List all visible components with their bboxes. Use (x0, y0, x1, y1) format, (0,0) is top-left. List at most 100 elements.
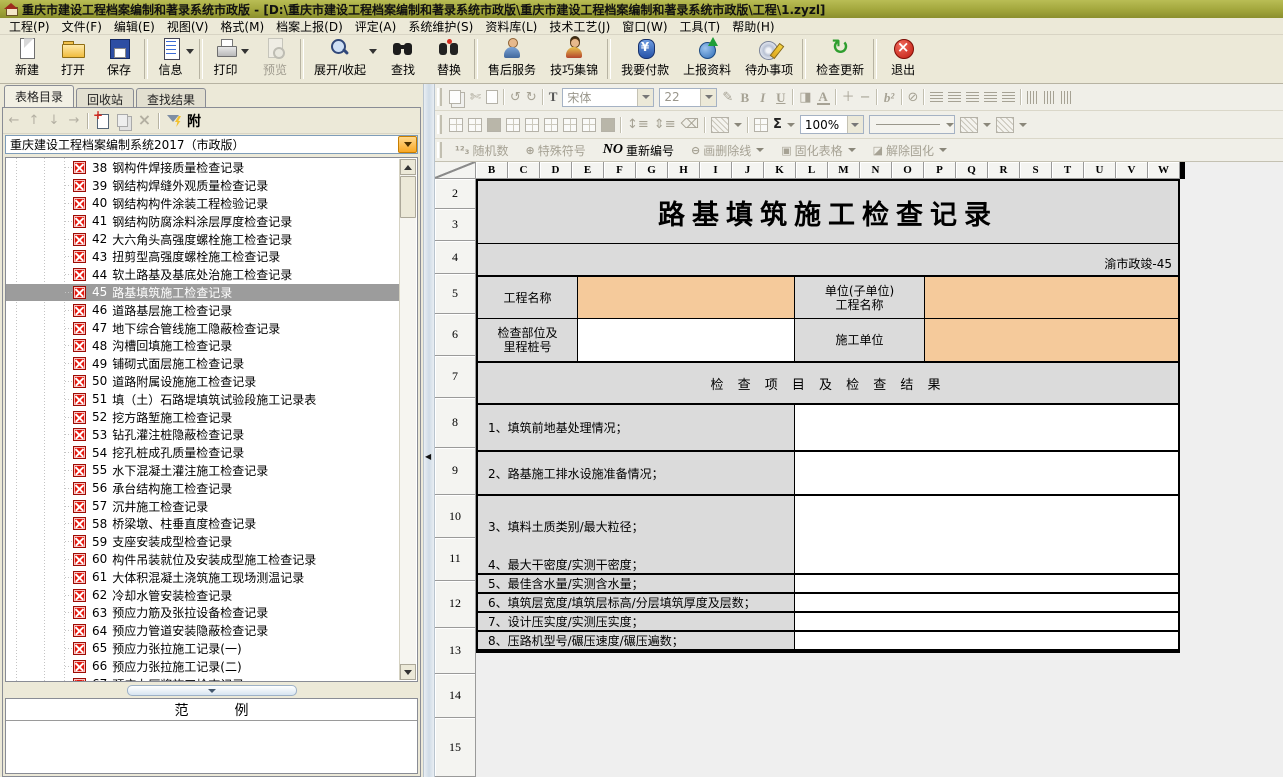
tree-item[interactable]: 57 沉井施工检查记录 (6, 497, 399, 515)
align-distribute-icon[interactable] (1002, 92, 1015, 103)
vertical-text-center-icon[interactable] (1044, 91, 1056, 104)
row-header[interactable]: 9 (435, 448, 476, 496)
column-header[interactable]: Q (956, 162, 988, 179)
column-header[interactable]: F (604, 162, 636, 179)
tree-item[interactable]: 41 钢结构防腐涂料涂层厚度检查记录 (6, 212, 399, 230)
menu-item[interactable]: 技术工艺(J) (543, 17, 616, 36)
chevron-down-icon[interactable] (1019, 123, 1027, 127)
move-left-icon[interactable]: ← (7, 113, 21, 128)
redo-icon[interactable]: ↻ (526, 91, 537, 104)
unit-project-input[interactable] (925, 277, 1178, 318)
toolbar-grip[interactable] (437, 115, 442, 134)
column-header[interactable]: H (668, 162, 700, 179)
panel-splitter[interactable]: ◀ (423, 84, 435, 777)
check-item-input[interactable] (795, 632, 1178, 649)
paragraph-spacing-icon[interactable]: ⇕≡ (654, 118, 676, 131)
tree-item[interactable]: 43 扭剪型高强度螺栓施工检查记录 (6, 248, 399, 266)
toolbar-grip[interactable] (437, 88, 442, 106)
tree-item[interactable]: 50 道路附属设施施工检查记录 (6, 373, 399, 391)
tree-item[interactable]: 48 沟槽回填施工检查记录 (6, 337, 399, 355)
lock-cell-icon[interactable] (601, 118, 615, 132)
format-command-button[interactable]: ¹²₃ 随机数 (449, 142, 514, 159)
attach-button[interactable]: 附 (187, 111, 201, 131)
menu-item[interactable]: 帮助(H) (726, 17, 780, 36)
justify-icon[interactable] (930, 92, 943, 103)
check-item-input[interactable] (795, 575, 1178, 592)
sample-collapse-button[interactable] (127, 685, 297, 696)
chevron-down-icon[interactable] (787, 123, 795, 127)
tree-item[interactable]: 53 钻孔灌注桩隐蔽检查记录 (6, 426, 399, 444)
row-header[interactable]: 7 (435, 356, 476, 398)
tree-item[interactable]: 42 大六角头高强度螺栓施工检查记录 (6, 230, 399, 248)
column-header[interactable]: W (1148, 162, 1180, 179)
toolbar-grip[interactable] (437, 142, 442, 157)
menu-item[interactable]: 窗口(W) (616, 17, 673, 36)
paste-icon[interactable] (486, 90, 498, 104)
tree-item[interactable]: 52 挖方路堑施工检查记录 (6, 408, 399, 426)
tree-item[interactable]: 51 填（土）石路堤填筑试验段施工记录表 (6, 390, 399, 408)
tree-item[interactable]: 47 地下综合管线施工隐蔽检查记录 (6, 319, 399, 337)
tree-scrollbar[interactable] (399, 159, 416, 680)
menu-item[interactable]: 工具(T) (674, 17, 727, 36)
tree-item[interactable]: 54 挖孔桩成孔质量检查记录 (6, 444, 399, 462)
format-command-button[interactable]: ⊖ 画删除线 (685, 142, 770, 159)
fill-pattern-icon[interactable] (582, 118, 596, 132)
column-header[interactable]: S (1020, 162, 1052, 179)
add-sheet-icon[interactable] (95, 113, 110, 128)
cut-icon[interactable]: ✄ (470, 91, 481, 104)
row-header[interactable]: 4 (435, 241, 476, 274)
check-item-input[interactable] (795, 613, 1178, 630)
row-header[interactable]: 6 (435, 314, 476, 356)
row-spacing-icon[interactable]: ↕≡ (627, 118, 649, 131)
row-header[interactable]: 8 (435, 398, 476, 448)
check-location-input[interactable] (578, 319, 795, 361)
tree-item[interactable]: 65 预应力张拉施工记录(一) (6, 640, 399, 658)
tree-item[interactable]: 63 预应力筋及张拉设备检查记录 (6, 604, 399, 622)
scrollbar-thumb[interactable] (400, 176, 416, 218)
font-color-icon[interactable]: A (817, 90, 830, 105)
check-item-input[interactable] (795, 405, 1178, 450)
column-header[interactable]: D (540, 162, 572, 179)
tree-item[interactable]: 38 钢构件焊接质量检查记录 (6, 159, 399, 177)
tab[interactable]: 表格目录 (4, 85, 74, 107)
insert-row-icon[interactable] (449, 118, 463, 132)
toolbar-button[interactable]: 预览 (252, 35, 298, 83)
menu-item[interactable]: 档案上报(D) (270, 17, 349, 36)
tree-item[interactable]: 66 预应力张拉施工记录(二) (6, 657, 399, 675)
toolbar-button[interactable]: 保存 (96, 35, 142, 83)
tree-item[interactable]: 61 大体积混凝土浇筑施工现场测温记录 (6, 568, 399, 586)
menu-item[interactable]: 文件(F) (56, 17, 108, 36)
row-header[interactable]: 14 (435, 674, 476, 718)
column-header[interactable]: T (1052, 162, 1084, 179)
highlight-icon[interactable]: ◨ (799, 91, 811, 104)
fill-cell-icon[interactable] (563, 118, 577, 132)
split-rows-icon[interactable] (544, 118, 558, 132)
column-header[interactable]: I (700, 162, 732, 179)
fill-color-icon[interactable] (996, 117, 1014, 133)
row-header[interactable]: 11 (435, 538, 476, 581)
row-header[interactable]: 15 (435, 718, 476, 777)
tree-item[interactable]: 56 承台结构施工检查记录 (6, 479, 399, 497)
border-color-icon[interactable] (960, 117, 978, 133)
column-header[interactable]: K (764, 162, 796, 179)
column-header[interactable]: R (988, 162, 1020, 179)
tree-item[interactable]: 64 预应力管道安装隐蔽检查记录 (6, 622, 399, 640)
column-header[interactable]: M (828, 162, 860, 179)
chevron-down-icon[interactable] (637, 89, 653, 106)
toolbar-button[interactable]: 上报资料 (676, 35, 738, 83)
merge-cells-icon[interactable] (487, 118, 501, 132)
toolbar-button[interactable]: 替换 (426, 35, 472, 83)
toolbar-button[interactable]: 售后服务 (481, 35, 543, 83)
delete-icon[interactable] (137, 113, 152, 128)
column-header[interactable]: E (572, 162, 604, 179)
filter-icon[interactable] (166, 113, 181, 128)
fraction-icon[interactable]: ⊘ (908, 91, 919, 104)
zoom-select[interactable]: 100% (800, 115, 864, 134)
menu-item[interactable]: 系统维护(S) (402, 17, 479, 36)
delete-row-icon[interactable] (468, 118, 482, 132)
menu-item[interactable]: 资料库(L) (479, 17, 543, 36)
split-columns-icon[interactable] (525, 118, 539, 132)
increase-size-icon[interactable]: ＋ (842, 91, 855, 104)
row-header[interactable]: 10 (435, 495, 476, 538)
align-right-icon[interactable] (984, 92, 997, 103)
